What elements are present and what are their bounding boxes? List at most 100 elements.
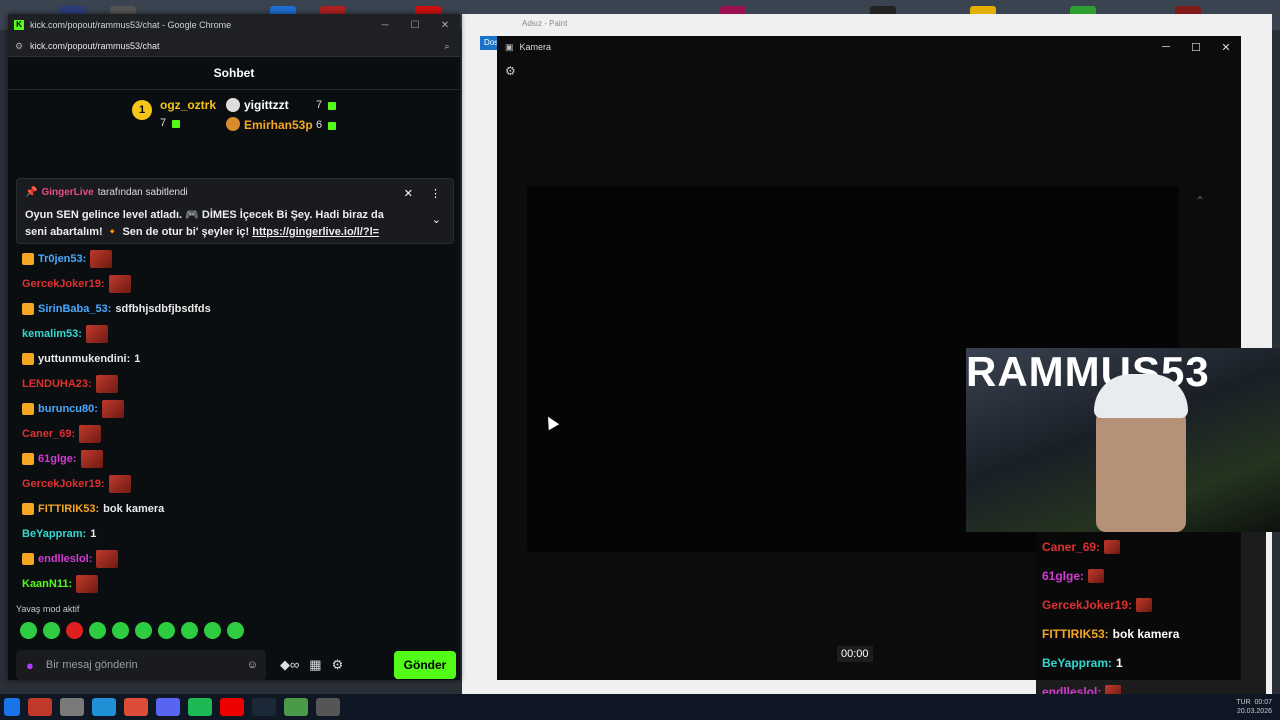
emote-image [80,449,103,468]
system-tray: TUR 00:07 20.03.2026 [1236,698,1280,716]
maximize-icon[interactable]: ☐ [1181,41,1211,54]
chat-username[interactable]: Caner_69: [22,428,75,440]
webcam-overlay: RAMMUS53 [966,348,1280,532]
camera-taskbar-icon[interactable] [316,698,340,716]
chevron-down-icon[interactable]: ⌄ [432,213,441,226]
chat-username[interactable]: kemalim53: [22,328,82,340]
overlay-username: BeYappram: [1042,655,1113,670]
unpin-icon[interactable]: ✕ [404,187,413,200]
chat-username[interactable]: GercekJoker19: [22,478,105,490]
overlay-username: FITTIRIK53: [1042,626,1109,641]
gift-points-icon[interactable]: ◆∞ [280,657,299,673]
close-icon[interactable]: ✕ [1211,41,1241,54]
emote-image [1088,568,1105,583]
emoji-icon[interactable]: ☺ [247,659,258,671]
start-icon[interactable] [4,698,20,716]
gear-icon[interactable]: ⚙ [332,657,344,673]
language-indicator[interactable]: TUR [1236,699,1250,706]
emote-image [101,399,124,418]
close-icon[interactable]: ✕ [430,20,460,31]
emote-image [90,249,113,268]
emote-image [108,474,131,493]
gift-icon [328,102,336,110]
steam-taskbar-icon[interactable] [252,698,276,716]
taskbar-app-icon[interactable] [28,698,52,716]
emote-icon[interactable] [158,622,175,639]
emote-image [95,374,118,393]
rank-badge-icon [226,98,240,112]
chat-text: bok kamera [103,502,165,515]
overlay-username: 61glge: [1042,568,1085,583]
microphone-icon[interactable]: ● [26,658,34,673]
overlay-chat-message: 61glge: [1036,561,1266,590]
chat-username[interactable]: SirinBaba_53: [38,303,111,315]
leader-name[interactable]: Emirhan53p [244,118,313,132]
chat-username[interactable]: buruncu80: [38,403,98,415]
youtube-taskbar-icon[interactable] [220,698,244,716]
emote-image [76,574,99,593]
pinned-text-line2: seni abartalım! 🔸 Sen de otur bi' şeyler… [25,226,250,238]
zoom-icon[interactable]: ⌕ [434,41,460,52]
chat-username[interactable]: GercekJoker19: [22,278,105,290]
chat-message: yuttunmukendini: 1 [22,346,452,371]
taskbar-app-icon[interactable] [60,698,84,716]
overlay-chat-message: FITTIRIK53: bok kamera [1036,619,1266,648]
emote-image [85,324,108,343]
emote-icon[interactable] [227,622,244,639]
overlay-chat-message: Caner_69: [1036,532,1266,561]
gift-icon [328,122,336,130]
pinned-message: 📌 GingerLive tarafından sabitlendi ✕ ⋮ ⌄… [16,178,454,244]
store-icon[interactable]: ▦ [309,657,321,673]
more-options-icon[interactable]: ⋮ [430,187,441,200]
chat-input[interactable]: ● Bir mesaj gönderin ☺ [16,650,266,680]
spotify-taskbar-icon[interactable] [188,698,212,716]
chat-messages: Tr0jen53: GercekJoker19: SirinBaba_53: sdfb… [22,246,452,596]
pinned-by-user[interactable]: GingerLive [41,187,93,198]
overlay-text: bok kamera [1112,626,1180,641]
chat-username[interactable]: LENDUHA23: [22,378,92,390]
chevron-up-icon[interactable]: ⌃ [1195,194,1205,208]
emote-icon[interactable] [181,622,198,639]
overlay-chat-message: GercekJoker19: [1036,590,1266,619]
minimize-icon[interactable]: ─ [370,20,400,31]
camera-title: Kamera [519,42,552,52]
maximize-icon[interactable]: ☐ [400,20,430,31]
leader-name[interactable]: yigittzzt [244,98,289,112]
taskbar-app-icon[interactable] [92,698,116,716]
emote-icon[interactable] [112,622,129,639]
chat-username[interactable]: Tr0jen53: [38,253,86,265]
chat-message: endlleslol: [22,546,452,571]
clock-time[interactable]: 00:07 [1254,699,1272,706]
chat-username[interactable]: endlleslol: [38,553,92,565]
chat-message: kemalim53: [22,321,452,346]
chrome-taskbar-icon[interactable] [124,698,148,716]
camera-settings-icon[interactable]: ⚙ [505,64,516,78]
emote-icon[interactable] [43,622,60,639]
gift-leaderboard: 1 ogz_oztrk 7 yigittzzt 7 Emirhan53p 6 [8,90,460,142]
minimize-icon[interactable]: ─ [1151,41,1181,54]
site-settings-icon[interactable]: ⚙ [8,41,30,52]
emote-icon[interactable] [66,622,83,639]
chat-header: Sohbet [8,57,460,90]
chat-username[interactable]: FITTIRIK53: [38,503,99,515]
pinned-link[interactable]: https://gingerlive.io/l/?l= [252,226,379,238]
chat-message: BeYappram: 1 [22,521,452,546]
discord-taskbar-icon[interactable] [156,698,180,716]
chat-username[interactable]: KaanN11: [22,578,72,590]
chat-username[interactable]: BeYappram: [22,528,86,540]
chat-text: 1 [90,527,97,540]
leader-name[interactable]: ogz_oztrk [160,98,216,112]
chat-username[interactable]: 61glge: [38,453,77,465]
emote-icon[interactable] [204,622,221,639]
send-button[interactable]: Gönder [394,651,456,679]
taskbar-app-icon[interactable] [284,698,308,716]
chat-username[interactable]: yuttunmukendini: [38,353,130,365]
chat-text: 1 [134,352,141,365]
address-bar[interactable]: ⚙ kick.com/popout/rammus53/chat ⌕ [8,36,460,57]
emote-icon[interactable] [135,622,152,639]
emote-icon[interactable] [89,622,106,639]
emote-icon[interactable] [20,622,37,639]
emote-image [108,274,131,293]
leader-count: 7 [160,117,167,129]
clock-date[interactable]: 20.03.2026 [1237,708,1272,715]
